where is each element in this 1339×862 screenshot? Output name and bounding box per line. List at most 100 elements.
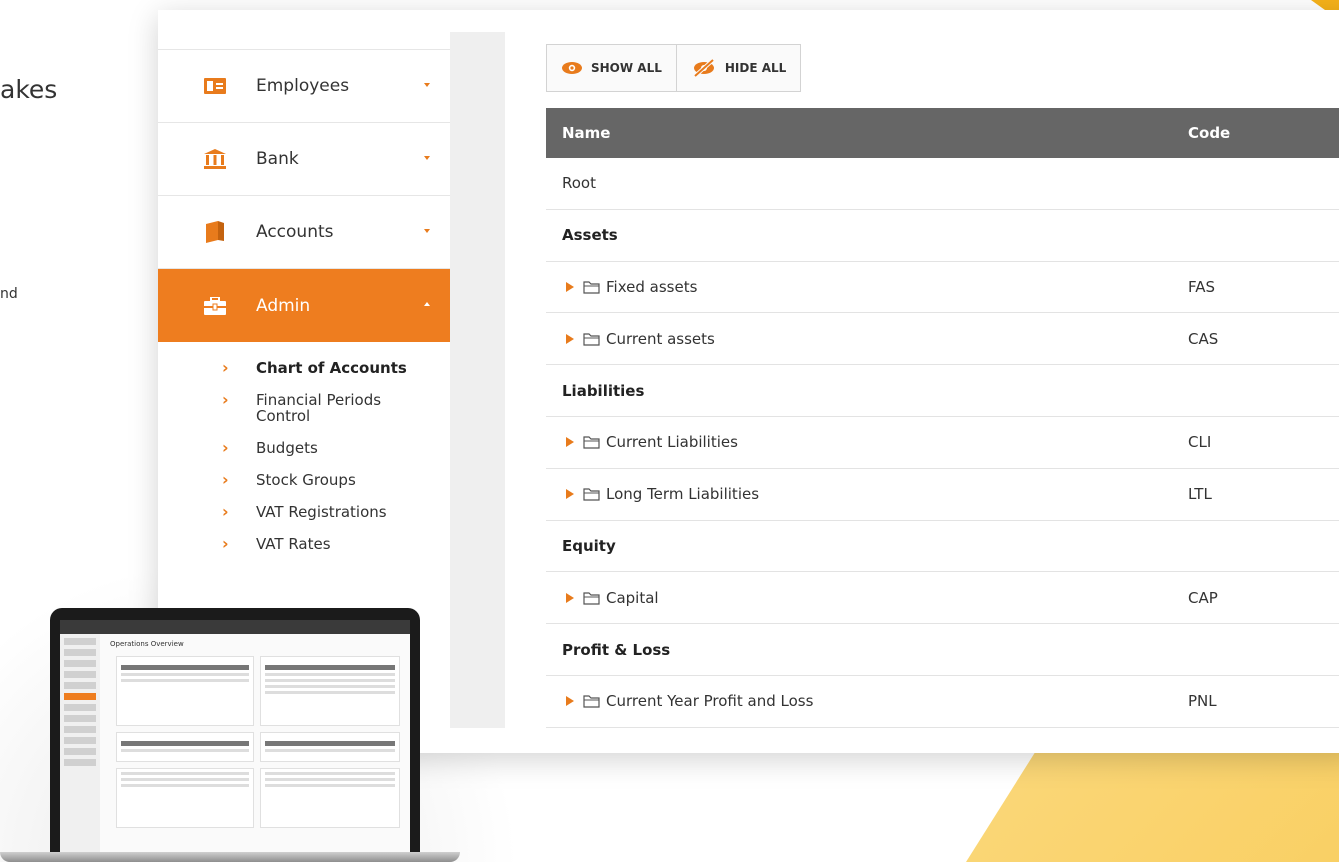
table-header: Name Code xyxy=(546,108,1339,158)
table-group-row: Equity xyxy=(546,521,1339,573)
folder-icon xyxy=(583,332,601,346)
submenu-item-financial-periods-control[interactable]: › Financial Periods Control xyxy=(158,390,450,425)
cell-code: CAP xyxy=(1188,588,1218,607)
row-label: Assets xyxy=(562,226,618,245)
cell-code: FAS xyxy=(1188,277,1216,296)
submenu-item-vat-rates[interactable]: › VAT Rates xyxy=(158,534,450,553)
row-label: Root xyxy=(562,174,596,193)
folder-icon xyxy=(583,435,601,449)
row-label: Equity xyxy=(562,536,616,555)
submenu-item-label: VAT Rates xyxy=(256,535,331,553)
table-row[interactable]: Capital CAP xyxy=(546,572,1339,625)
laptop-screen: Operations Overview xyxy=(60,620,410,856)
laptop-screen-panel xyxy=(116,656,254,726)
chevron-right-icon: › xyxy=(222,470,229,489)
eye-slash-icon xyxy=(693,59,715,77)
main-content: SHOW ALL HIDE ALL Name Code Root Assets Fi… xyxy=(546,44,1339,728)
submenu-item-label: Budgets xyxy=(256,439,318,457)
folder-icon xyxy=(583,694,601,708)
sidebar-item-label: Admin xyxy=(256,295,311,316)
table-group-row: Assets xyxy=(546,210,1339,262)
laptop-base xyxy=(0,852,460,862)
laptop-screen-panel xyxy=(260,732,400,762)
table-row: Root xyxy=(546,158,1339,210)
laptop-screen-sidebar xyxy=(60,634,100,856)
laptop-mockup: Operations Overview xyxy=(0,608,460,862)
submenu-item-label: Financial Periods Control xyxy=(256,391,382,425)
briefcase-icon xyxy=(204,295,226,317)
expand-arrow-icon[interactable] xyxy=(566,437,574,448)
sidebar-item-accounts[interactable]: Accounts xyxy=(158,196,450,269)
sidebar-item-label: Accounts xyxy=(256,222,334,242)
table-row[interactable]: Current Year Profit and Loss PNL xyxy=(546,676,1339,728)
sidebar-item-label: Bank xyxy=(256,149,299,169)
chart-of-accounts-table: Name Code Root Assets Fixed assets FAS Curre… xyxy=(546,108,1339,728)
row-label: Current Year Profit and Loss xyxy=(606,692,814,711)
submenu-item-stock-groups[interactable]: › Stock Groups xyxy=(158,470,450,489)
sidebar-item-employees[interactable]: Employees xyxy=(158,50,450,123)
bank-icon xyxy=(204,148,226,170)
row-label: Profit & Loss xyxy=(562,640,671,659)
table-row[interactable]: Long Term Liabilities LTL xyxy=(546,469,1339,521)
row-label: Current Liabilities xyxy=(606,433,738,452)
book-icon xyxy=(204,221,226,243)
table-row[interactable]: Current assets CAS xyxy=(546,313,1339,366)
chevron-right-icon: › xyxy=(222,534,229,553)
table-row[interactable]: Fixed assets FAS xyxy=(546,262,1339,314)
column-header-code: Code xyxy=(1188,124,1231,142)
cell-name: Current Year Profit and Loss xyxy=(546,692,1188,710)
submenu-item-vat-registrations[interactable]: › VAT Registrations xyxy=(158,502,450,521)
partial-text: nd xyxy=(0,286,18,302)
expand-arrow-icon[interactable] xyxy=(566,489,574,500)
row-label: Capital xyxy=(606,588,659,607)
cell-code: PNL xyxy=(1188,692,1217,711)
cell-name: Fixed assets xyxy=(546,278,1188,296)
admin-submenu: › Chart of Accounts › Financial Periods … xyxy=(158,342,450,553)
cell-name: Assets xyxy=(546,226,1188,244)
show-all-label: SHOW ALL xyxy=(591,61,662,75)
hide-all-button[interactable]: HIDE ALL xyxy=(675,45,801,91)
expand-arrow-icon[interactable] xyxy=(566,333,574,344)
cell-name: Equity xyxy=(546,537,1188,555)
cell-name: Current assets xyxy=(546,330,1188,348)
column-header-name: Name xyxy=(562,124,611,142)
folder-icon xyxy=(583,591,601,605)
cell-name: Root xyxy=(546,174,1188,192)
cell-name: Current Liabilities xyxy=(546,433,1188,451)
expand-arrow-icon[interactable] xyxy=(566,281,574,292)
cell-name: Long Term Liabilities xyxy=(546,485,1188,503)
sidebar-top xyxy=(158,10,450,50)
table-row[interactable]: Current Liabilities CLI xyxy=(546,417,1339,469)
chevron-down-icon xyxy=(424,229,430,233)
table-group-row: Profit & Loss xyxy=(546,624,1339,676)
chevron-down-icon xyxy=(424,156,430,160)
cell-name: Liabilities xyxy=(546,382,1188,400)
cell-name: Profit & Loss xyxy=(546,641,1188,659)
sidebar-item-bank[interactable]: Bank xyxy=(158,123,450,196)
submenu-item-chart-of-accounts[interactable]: › Chart of Accounts xyxy=(158,358,450,377)
submenu-item-label: Stock Groups xyxy=(256,471,356,489)
expand-arrow-icon[interactable] xyxy=(566,592,574,603)
table-body: Root Assets Fixed assets FAS Current assets C… xyxy=(546,158,1339,728)
eye-icon xyxy=(562,62,582,74)
chevron-right-icon: › xyxy=(222,390,229,409)
toolbar: SHOW ALL HIDE ALL xyxy=(546,44,802,92)
id-card-icon xyxy=(204,75,226,97)
chevron-right-icon: › xyxy=(222,358,229,377)
laptop-screen-topbar xyxy=(60,620,410,634)
submenu-item-budgets[interactable]: › Budgets xyxy=(158,439,450,457)
cell-code: CLI xyxy=(1188,433,1212,452)
folder-icon xyxy=(583,280,601,294)
show-all-button[interactable]: SHOW ALL xyxy=(547,45,676,91)
row-label: Long Term Liabilities xyxy=(606,485,760,504)
cell-code: CAS xyxy=(1188,329,1219,348)
submenu-item-label: VAT Registrations xyxy=(256,503,387,521)
sidebar-item-admin[interactable]: Admin xyxy=(158,269,450,342)
chevron-up-icon xyxy=(424,302,430,306)
chevron-right-icon: › xyxy=(222,502,229,521)
expand-arrow-icon[interactable] xyxy=(566,696,574,707)
hide-all-label: HIDE ALL xyxy=(724,61,787,75)
laptop-screen-panel xyxy=(116,768,254,828)
content-gutter xyxy=(450,32,505,728)
submenu-item-label: Chart of Accounts xyxy=(256,359,407,377)
